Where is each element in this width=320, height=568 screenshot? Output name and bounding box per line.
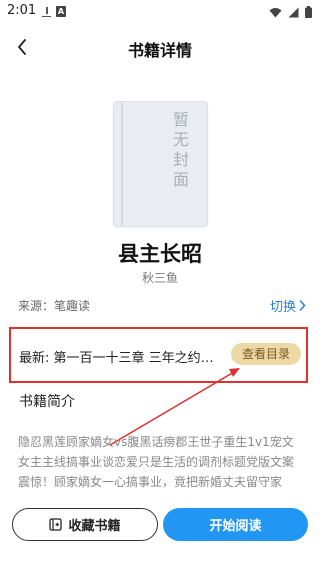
view-toc-button[interactable]: 查看目录 [231,343,301,365]
cover-char: 暂 [172,110,189,129]
cover-spine [121,102,123,226]
switch-source-button[interactable]: 切换 [270,296,306,315]
intro-text: 隐忍黑莲顾家嫡女vs腹黑话痨郡王世子重生1v1宠文女主主线搞事业谈恋爱只是生活的… [18,435,295,489]
start-reading-button[interactable]: 开始阅读 [163,508,308,541]
book-title: 县主长昭 [118,242,202,266]
switch-label: 切换 [269,300,296,315]
battery-icon [305,6,312,18]
cover-char: 无 [172,130,189,149]
bookshelf-add-icon [49,518,63,531]
a-notification-icon: A [56,6,66,17]
favorite-label: 收藏书籍 [68,519,121,534]
header: 书籍详情 [0,24,320,70]
start-reading-label: 开始阅读 [209,519,262,534]
signal-icon [288,7,299,17]
book-author: 秋三鱼 [141,271,178,285]
bottom-action-bar: 收藏书籍 开始阅读 [0,500,320,568]
source-text: 来源：笔趣读 [18,299,91,313]
status-left-icons: A [42,6,66,17]
source-row: 来源：笔趣读 切换 [18,297,306,315]
wifi-icon [269,7,282,17]
download-icon [42,6,51,17]
book-cover: 暂 无 封 面 [113,101,208,227]
latest-chapter-text: 最新: 第一百一十三章 三年之约… [19,351,214,366]
cover-placeholder: 暂 无 封 面 [113,101,208,227]
favorite-book-button[interactable]: 收藏书籍 [12,508,158,541]
cover-placeholder-text: 暂 无 封 面 [172,110,190,190]
status-bar: 2:01 A [0,0,320,24]
cover-char: 封 [172,150,189,169]
intro-heading: 书籍简介 [19,394,75,410]
cover-char: 面 [172,170,189,189]
status-right-icons [269,6,312,18]
latest-chapter-row[interactable]: 最新: 第一百一十三章 三年之约… 查看目录 [9,327,308,383]
chevron-right-icon [299,300,306,311]
page-title: 书籍详情 [127,41,192,60]
status-time: 2:01 [7,3,37,18]
